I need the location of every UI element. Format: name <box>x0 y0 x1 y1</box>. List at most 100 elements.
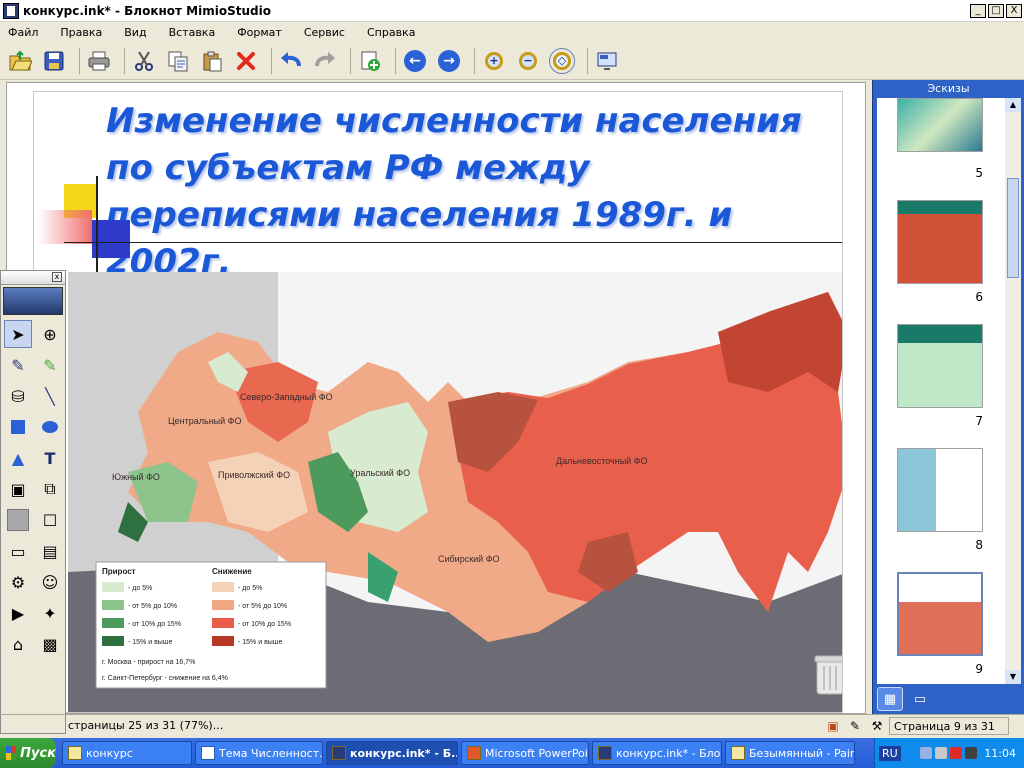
legend-growth-swatch-3 <box>102 618 124 628</box>
previous-page-icon[interactable]: ← <box>401 47 429 75</box>
cut-icon[interactable] <box>130 47 158 75</box>
mouse-icon[interactable]: ▶ <box>4 599 32 627</box>
thumbnails-panel: Эскизы 5 6 7 8 9 ▲ ▼ ▦ ▭ <box>872 80 1024 714</box>
line-width-icon[interactable]: ☐ <box>36 506 64 534</box>
ellipse-icon[interactable] <box>36 413 64 441</box>
export-icon[interactable]: ▩ <box>36 630 64 658</box>
zoom-icon[interactable]: ⊕ <box>36 320 64 348</box>
thumbnail-6[interactable] <box>897 200 983 284</box>
magic-icon[interactable]: ☺ <box>36 568 64 596</box>
task-label: конкурс.ink* - Бло... <box>616 746 722 760</box>
open-icon[interactable] <box>6 47 34 75</box>
scroll-up-icon[interactable]: ▲ <box>1005 98 1021 112</box>
task-powerpoint[interactable]: Microsoft PowerPoi... <box>461 741 589 765</box>
menu-insert[interactable]: Вставка <box>169 26 216 39</box>
pen-tool-icon[interactable]: ✎ <box>847 718 863 734</box>
volume-icon[interactable] <box>935 747 948 759</box>
wrench-icon[interactable]: ⚒ <box>869 718 885 734</box>
display-icon[interactable] <box>593 47 621 75</box>
start-label: Пуск <box>20 745 56 761</box>
gallery-icon[interactable]: ▤ <box>36 537 64 565</box>
slide-title[interactable]: Изменение численности населения по субъе… <box>106 98 836 286</box>
thumbnail-8[interactable] <box>897 448 983 532</box>
print-icon[interactable] <box>85 47 113 75</box>
color-icon[interactable] <box>4 506 32 534</box>
zoom-out-icon[interactable]: − <box>514 47 542 75</box>
security-icon[interactable] <box>965 747 978 759</box>
menu-edit[interactable]: Правка <box>60 26 102 39</box>
legend-decline-2: - от 5% до 10% <box>238 603 287 610</box>
scroll-down-icon[interactable]: ▼ <box>1005 670 1021 684</box>
save-icon[interactable] <box>40 47 68 75</box>
thumbnails-view-icon[interactable]: ▦ <box>877 687 903 711</box>
page-canvas[interactable]: Изменение численности населения по субъе… <box>6 82 866 714</box>
presentation-icon[interactable]: ▣ <box>825 718 841 734</box>
delete-icon[interactable] <box>232 47 260 75</box>
screenshot-icon[interactable]: ⧉ <box>36 475 64 503</box>
notebook-icon <box>332 746 346 760</box>
line-icon[interactable]: ╲ <box>36 382 64 410</box>
rectangle-icon[interactable] <box>4 413 32 441</box>
thumbnail-scrollbar[interactable]: ▲ ▼ <box>1005 98 1021 684</box>
thumbnail-number: 9 <box>975 662 983 676</box>
task-mimio-active[interactable]: конкурс.ink* - Б... <box>326 741 458 765</box>
thumbnail-5[interactable] <box>897 98 983 152</box>
network-icon[interactable] <box>920 747 933 759</box>
image-icon[interactable]: ▣ <box>4 475 32 503</box>
record-icon[interactable]: ⚙ <box>4 568 32 596</box>
start-button[interactable]: Пуск <box>0 738 56 768</box>
folder-view-icon[interactable]: ▭ <box>907 687 933 711</box>
next-page-icon[interactable]: → <box>435 47 463 75</box>
palette-header[interactable]: x <box>1 271 65 285</box>
legend-growth-swatch-1 <box>102 582 124 592</box>
legend-decline-swatch-3 <box>212 618 234 628</box>
tools-palette[interactable]: x ➤ ⊕ ✎ ✎ ⛁ ╲ ▲ T ▣ ⧉ ☐ ▭ ▤ ⚙ ☺ ▶ ✦ ⌂ ▩ <box>0 270 66 734</box>
text-icon[interactable]: T <box>36 444 64 472</box>
toolbar-separator <box>350 47 351 74</box>
maximize-button[interactable]: □ <box>988 3 1004 18</box>
copy-icon[interactable] <box>164 47 192 75</box>
thumbnail-7[interactable] <box>897 324 983 408</box>
menu-view[interactable]: Вид <box>124 26 146 39</box>
menu-format[interactable]: Формат <box>237 26 282 39</box>
zoom-in-icon[interactable]: + <box>480 47 508 75</box>
language-indicator[interactable]: RU <box>879 745 901 761</box>
thumbnail-list[interactable]: 5 6 7 8 9 <box>877 98 1005 684</box>
population-map[interactable]: Северо-Западный ФО Центральный ФО Южный … <box>68 272 842 712</box>
antivirus-icon[interactable] <box>950 747 963 759</box>
menu-file[interactable]: Файл <box>8 26 38 39</box>
trash-icon[interactable] <box>814 654 842 696</box>
task-folder[interactable]: конкурс <box>62 741 192 765</box>
triangle-icon[interactable]: ▲ <box>4 444 32 472</box>
add-page-icon[interactable] <box>356 47 384 75</box>
thumbnail-9[interactable] <box>897 572 983 656</box>
window-titlebar[interactable]: конкурс.ink* - Блокнот MimioStudio _ □ X <box>0 0 1024 22</box>
task-mimio[interactable]: конкурс.ink* - Бло... <box>592 741 722 765</box>
recognize-icon[interactable]: ⌂ <box>4 630 32 658</box>
redo-icon[interactable] <box>311 47 339 75</box>
close-button[interactable]: X <box>1006 3 1022 18</box>
task-label: Microsoft PowerPoi... <box>485 746 589 760</box>
powerpoint-icon <box>467 746 481 760</box>
pen-icon[interactable]: ✎ <box>4 351 32 379</box>
undo-icon[interactable] <box>277 47 305 75</box>
screen-icon[interactable]: ✦ <box>36 599 64 627</box>
highlighter-icon[interactable]: ✎ <box>36 351 64 379</box>
fill-icon[interactable]: ▭ <box>4 537 32 565</box>
slide-page[interactable]: Изменение численности населения по субъе… <box>33 91 843 713</box>
menu-tools[interactable]: Сервис <box>304 26 345 39</box>
zoom-fit-icon[interactable]: ◇ <box>548 47 576 75</box>
minimize-button[interactable]: _ <box>970 3 986 18</box>
menu-help[interactable]: Справка <box>367 26 415 39</box>
palette-close-button[interactable]: x <box>52 272 62 282</box>
scrollbar-thumb[interactable] <box>1007 178 1019 278</box>
legend-growth-3: - от 10% до 15% <box>128 621 181 628</box>
toolbar-separator <box>395 47 396 74</box>
paste-icon[interactable] <box>198 47 226 75</box>
cylinder-icon[interactable]: ⛁ <box>4 382 32 410</box>
thumbnails-header: Эскизы <box>927 82 970 95</box>
legend-decline-4: - 15% и выше <box>238 639 282 646</box>
select-icon[interactable]: ➤ <box>4 320 32 348</box>
task-paint[interactable]: Безымянный - Paint <box>725 741 855 765</box>
task-word[interactable]: Тема Численност... <box>195 741 323 765</box>
